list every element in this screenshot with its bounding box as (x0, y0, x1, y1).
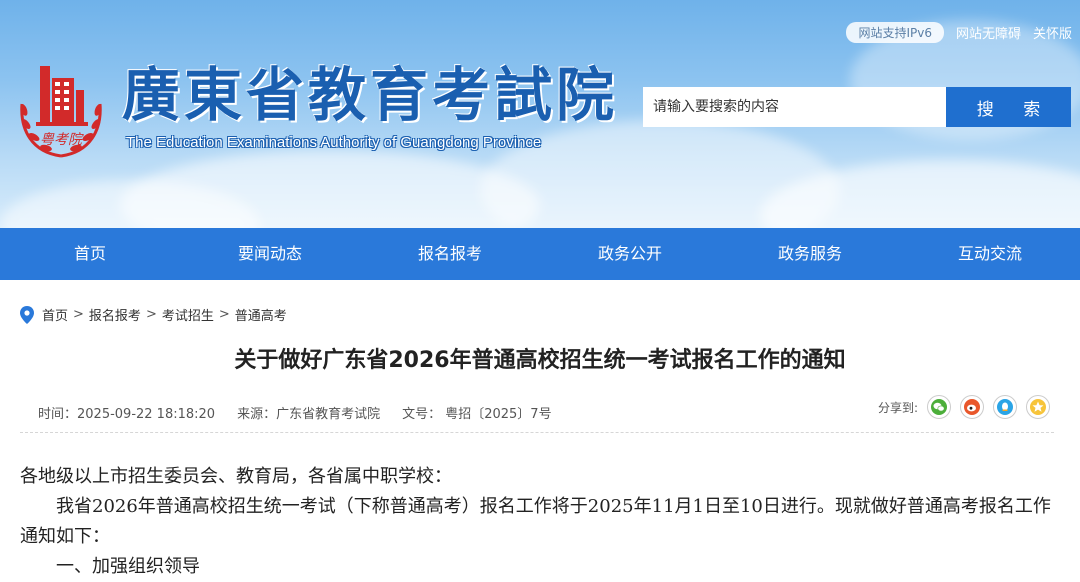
site-title[interactable]: 廣東省教育考試院 (122, 62, 618, 128)
publish-time: 时间：2025-09-22 18:18:20 (38, 407, 216, 422)
site-header: 粤考院 廣東省教育考試院 The Education Examinations … (0, 0, 1080, 228)
search-button[interactable]: 搜 索 (946, 87, 1071, 127)
article-body: 各地级以上市招生委员会、教育局，各省属中职学校： 我省2026年普通高校招生统一… (20, 462, 1060, 582)
top-links: 网站支持IPv6 网站无障碍 关怀版 (846, 22, 1072, 43)
breadcrumb-separator: > (145, 307, 157, 322)
emblem-text: 粤考院 (40, 132, 84, 148)
nav-item-news[interactable]: 要闻动态 (180, 228, 360, 280)
body-paragraph: 我省2026年普通高校招生统一考试（下称普通高考）报名工作将于2025年11月1… (20, 496, 1051, 547)
article-meta: 时间：2025-09-22 18:18:20 来源：广东省教育考试院 文号： 粤… (38, 403, 552, 422)
breadcrumb-home[interactable]: 首页 (42, 305, 68, 324)
wechat-icon[interactable] (927, 395, 951, 419)
meta-divider (20, 432, 1054, 433)
search-box: 搜 索 (643, 87, 1071, 127)
main-nav: 首页 要闻动态 报名报考 政务公开 政务服务 互动交流 (0, 228, 1080, 280)
search-input[interactable] (643, 87, 946, 127)
qq-icon[interactable] (993, 395, 1017, 419)
breadcrumb-separator: > (73, 307, 84, 322)
nav-item-public-affairs[interactable]: 政务公开 (540, 228, 720, 280)
document-number: 文号： 粤招〔2025〕7号 (402, 407, 552, 422)
section-heading: 一、加强组织领导 (56, 556, 200, 577)
weibo-glyph (964, 399, 980, 415)
nav-item-interaction[interactable]: 互动交流 (900, 228, 1080, 280)
breadcrumb-gaokao[interactable]: 普通高考 (235, 305, 287, 324)
wechat-glyph (931, 399, 947, 415)
salutation: 各地级以上市招生委员会、教育局，各省属中职学校： (20, 466, 452, 487)
accessibility-link[interactable]: 网站无障碍 (956, 23, 1021, 42)
qzone-icon[interactable] (1026, 395, 1050, 419)
site-subtitle: The Education Examinations Authority of … (126, 134, 542, 151)
qq-glyph (997, 399, 1013, 415)
emblem-logo[interactable]: 粤考院 (14, 60, 108, 164)
share-label: 分享到: (877, 400, 918, 415)
nav-item-services[interactable]: 政务服务 (720, 228, 900, 280)
article-title: 关于做好广东省2026年普通高校招生统一考试报名工作的通知 (234, 348, 846, 373)
care-mode-link[interactable]: 关怀版 (1033, 23, 1072, 42)
location-pin-icon (20, 305, 34, 324)
breadcrumb-registration[interactable]: 报名报考 (89, 305, 141, 324)
qzone-glyph (1030, 399, 1046, 415)
ipv6-badge: 网站支持IPv6 (846, 22, 944, 43)
breadcrumb-separator: > (218, 307, 230, 322)
share-bar: 分享到: (878, 395, 1050, 419)
nav-item-home[interactable]: 首页 (0, 228, 180, 280)
weibo-icon[interactable] (960, 395, 984, 419)
article-source: 来源：广东省教育考试院 (237, 407, 381, 422)
breadcrumb: 首页 > 报名报考 > 考试招生 > 普通高考 (20, 305, 287, 324)
breadcrumb-exam-admission[interactable]: 考试招生 (162, 305, 214, 324)
nav-item-registration[interactable]: 报名报考 (360, 228, 540, 280)
